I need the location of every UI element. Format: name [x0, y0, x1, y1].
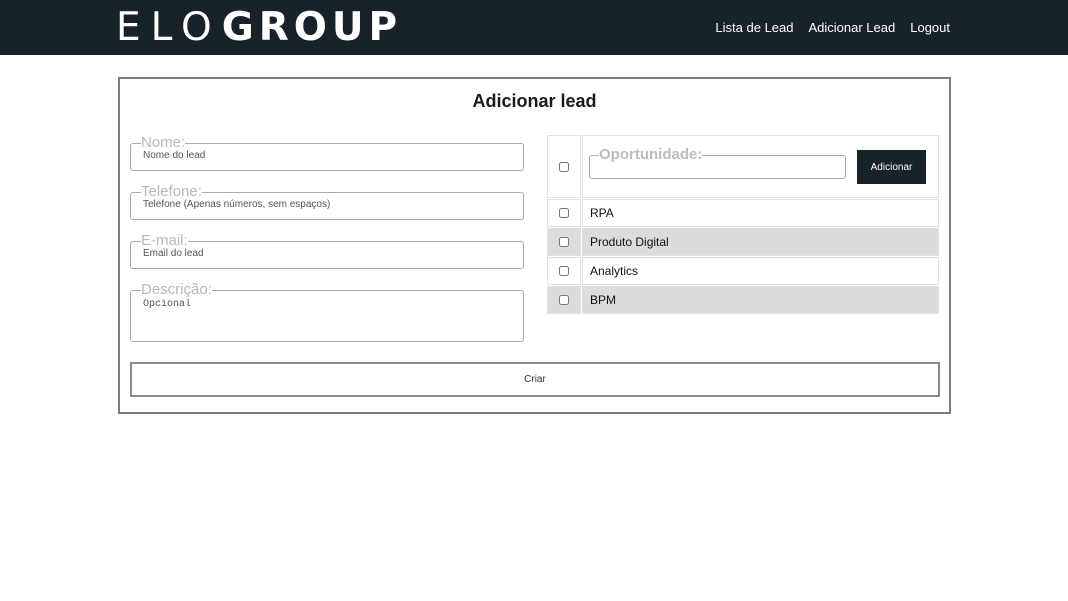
opportunity-check-cell [547, 257, 581, 285]
opportunity-input[interactable] [599, 165, 836, 176]
nome-fieldset: Nome: [130, 134, 524, 171]
opportunity-label: Oportunidade: [599, 146, 703, 163]
opportunity-row: BPM [547, 286, 939, 314]
main-nav: Lista de Lead Adicionar Lead Logout [715, 19, 950, 36]
nav-logout[interactable]: Logout [910, 19, 950, 36]
opportunity-fieldset: Oportunidade: [589, 146, 846, 179]
opportunity-input-cell: Oportunidade: Adicionar [582, 135, 939, 198]
descricao-label: Descrição: [141, 281, 212, 298]
telefone-label: Telefone: [141, 183, 202, 200]
nav-adicionar-lead[interactable]: Adicionar Lead [809, 19, 896, 36]
opportunity-check-cell [547, 228, 581, 256]
nome-input[interactable] [143, 150, 511, 161]
page-title: Adicionar lead [472, 91, 597, 111]
telefone-input[interactable] [143, 199, 511, 210]
descricao-textarea[interactable] [143, 299, 511, 333]
opportunity-label-analytics: Analytics [582, 257, 939, 285]
logo-thin-text: ELO [116, 5, 222, 50]
opportunity-header-row: Oportunidade: Adicionar [547, 135, 939, 198]
opportunity-check-cell [547, 199, 581, 227]
email-input[interactable] [143, 248, 511, 259]
opportunity-label-rpa: RPA [582, 199, 939, 227]
nav-lista-de-lead[interactable]: Lista de Lead [715, 19, 793, 36]
email-fieldset: E-mail: [130, 232, 524, 269]
select-all-cell [547, 135, 581, 198]
opportunity-checkbox-analytics[interactable] [559, 266, 569, 276]
opportunity-checkbox-rpa[interactable] [559, 208, 569, 218]
opportunity-row: Analytics [547, 257, 939, 285]
top-navbar: ELO GROUP Lista de Lead Adicionar Lead Lo… [0, 0, 1068, 55]
email-label: E-mail: [141, 232, 188, 249]
opportunity-checkbox-produto-digital[interactable] [559, 237, 569, 247]
select-all-checkbox[interactable] [559, 161, 569, 172]
opportunity-label-bpm: BPM [582, 286, 939, 314]
telefone-fieldset: Telefone: [130, 183, 524, 220]
opportunity-label-produto-digital: Produto Digital [582, 228, 939, 256]
nome-label: Nome: [141, 134, 186, 151]
opportunity-row: RPA [547, 199, 939, 227]
descricao-fieldset: Descrição: [130, 281, 524, 342]
elogroup-logo[interactable]: ELO GROUP [116, 5, 403, 50]
add-lead-card: Adicionar lead Nome: Telefone: E-mail: D… [118, 77, 951, 414]
opportunity-checkbox-bpm[interactable] [559, 295, 569, 305]
criar-button[interactable]: Criar [130, 362, 940, 397]
opportunity-row: Produto Digital [547, 228, 939, 256]
add-opportunity-button[interactable]: Adicionar [857, 150, 926, 184]
logo-bold-text: GROUP [221, 5, 403, 50]
opportunity-check-cell [547, 286, 581, 314]
